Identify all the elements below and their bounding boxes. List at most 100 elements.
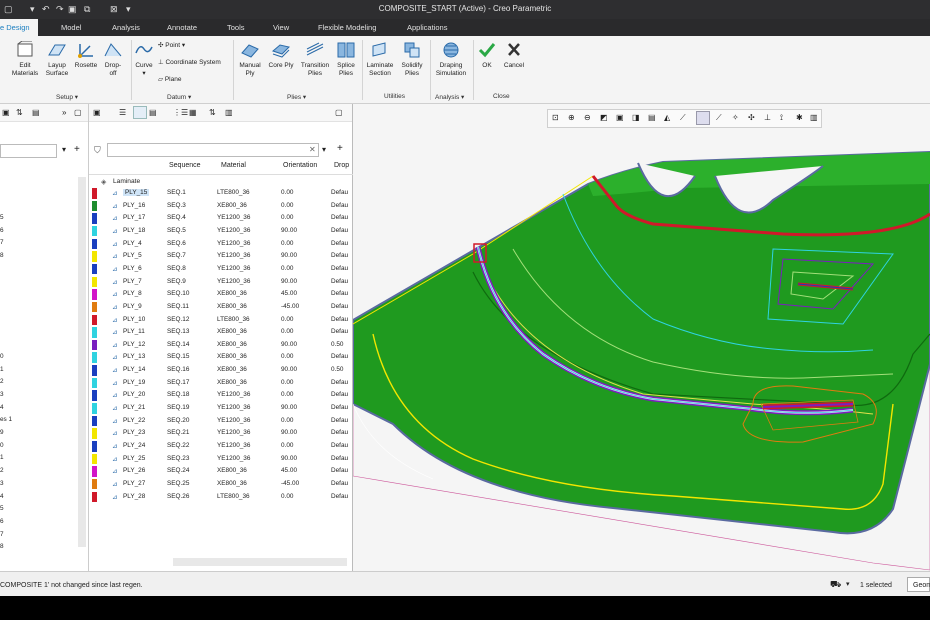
table-row[interactable]: ⊿ PLY_20 SEQ.18 YE1200_36 0.00 Defau bbox=[89, 389, 353, 402]
table-row[interactable]: ⊿ PLY_21 SEQ.19 YE1200_36 90.00 Defau bbox=[89, 402, 353, 415]
table-row[interactable]: ⊿ PLY_19 SEQ.17 XE800_36 0.00 Defau bbox=[89, 377, 353, 390]
tab-model[interactable]: Model bbox=[61, 23, 81, 32]
tab-flexible-modeling[interactable]: Flexible Modeling bbox=[318, 23, 376, 32]
table-row[interactable]: ⊿ PLY_4 SEQ.6 YE1200_36 0.00 Defau bbox=[89, 238, 353, 251]
tree-item[interactable]: es 1 bbox=[0, 416, 12, 423]
manual-ply-button[interactable]: Manual Ply bbox=[236, 41, 264, 78]
table-row[interactable]: ⊿ PLY_15 SEQ.1 LTE800_36 0.00 Defau bbox=[89, 187, 353, 200]
chevron-down-icon[interactable]: ▾ bbox=[322, 145, 326, 154]
tab-composite-design[interactable]: e Design bbox=[0, 19, 38, 36]
table-row[interactable]: ⊿ PLY_8 SEQ.10 XE800_36 45.00 Defau bbox=[89, 288, 353, 301]
tree-view-icon[interactable]: ▣ bbox=[2, 108, 10, 117]
chevron-down-icon[interactable]: ▾ bbox=[62, 145, 66, 154]
transition-plies-button[interactable]: Transition Plies bbox=[297, 41, 333, 78]
tree-item[interactable]: 4 bbox=[0, 404, 4, 411]
tree-item[interactable]: 0 bbox=[0, 353, 4, 360]
layers-icon[interactable]: ☰ bbox=[119, 108, 126, 117]
clear-icon[interactable]: ✕ bbox=[309, 145, 316, 154]
layup-surface-button[interactable]: Layup Surface bbox=[42, 41, 72, 78]
cancel-button[interactable]: Cancel bbox=[501, 41, 527, 70]
tree-item[interactable]: 7 bbox=[0, 239, 4, 246]
core-ply-button[interactable]: Core Ply bbox=[266, 41, 296, 70]
table-row[interactable]: ⊿ PLY_24 SEQ.22 YE1200_36 0.00 Defau bbox=[89, 440, 353, 453]
laminate-section-button[interactable]: Laminate Section bbox=[364, 41, 396, 78]
coordinate-system-button[interactable]: ⊥ Coordinate System bbox=[158, 58, 221, 66]
table-row[interactable]: ⊿ PLY_16 SEQ.3 XE800_36 0.00 Defau bbox=[89, 200, 353, 213]
curve-button[interactable]: Curve ▾ bbox=[132, 41, 156, 78]
chevron-down-icon[interactable]: ▾ bbox=[846, 580, 850, 588]
table-row[interactable]: ⊿ PLY_11 SEQ.13 XE800_36 0.00 Defau bbox=[89, 326, 353, 339]
table-row[interactable]: ⊿ PLY_25 SEQ.23 YE1200_36 90.00 Defau bbox=[89, 453, 353, 466]
expand-panel-icon[interactable]: » bbox=[62, 108, 66, 117]
group-datum[interactable]: Datum ▾ bbox=[167, 93, 191, 101]
table-row[interactable]: ⊿ PLY_10 SEQ.12 LTE800_36 0.00 Defau bbox=[89, 314, 353, 327]
dropoff-button[interactable]: Drop- off bbox=[100, 41, 126, 78]
edit-materials-button[interactable]: Edit Materials bbox=[8, 41, 42, 78]
tree-item[interactable]: 8 bbox=[0, 543, 4, 550]
plane-button[interactable]: ▱ Plane bbox=[158, 75, 181, 83]
column-header-sequence[interactable]: Sequence bbox=[169, 162, 201, 169]
add-icon[interactable]: + bbox=[74, 144, 80, 155]
table-row[interactable]: ⊿ PLY_14 SEQ.16 XE800_36 90.00 0.50 bbox=[89, 364, 353, 377]
tab-analysis[interactable]: Analysis bbox=[112, 23, 140, 32]
laminate-root[interactable]: Laminate bbox=[113, 178, 140, 185]
tree-search-input[interactable] bbox=[0, 144, 57, 158]
table-row[interactable]: ⊿ PLY_13 SEQ.15 XE800_36 0.00 Defau bbox=[89, 351, 353, 364]
tab-tools[interactable]: Tools bbox=[227, 23, 245, 32]
tree-item[interactable]: 5 bbox=[0, 214, 4, 221]
selection-filter-select[interactable]: Geom bbox=[907, 577, 930, 592]
tree-item[interactable]: 2 bbox=[0, 378, 4, 385]
table-row[interactable]: ⊿ PLY_22 SEQ.20 YE1200_36 0.00 Defau bbox=[89, 415, 353, 428]
tree-item[interactable]: 9 bbox=[0, 429, 4, 436]
list-icon[interactable]: ⋮☰ bbox=[173, 108, 188, 117]
columns-icon[interactable]: ▥ bbox=[225, 108, 233, 117]
table-row[interactable]: ⊿ PLY_17 SEQ.4 YE1200_36 0.00 Defau bbox=[89, 212, 353, 225]
graphics-window[interactable]: ⊡ ⊕ ⊖ ◩ ▣ ◨ ▤ ◭ ⟋ ⟋ ✧ ✣ ⊥ ⟟ ✱ ▥ bbox=[353, 104, 930, 571]
tab-applications[interactable]: Applications bbox=[407, 23, 447, 32]
panel-options-icon[interactable]: ▢ bbox=[335, 108, 343, 117]
tree-item[interactable]: 7 bbox=[0, 531, 4, 538]
add-icon[interactable]: + bbox=[337, 143, 343, 154]
table-row[interactable]: ⊿ PLY_6 SEQ.8 YE1200_36 0.00 Defau bbox=[89, 263, 353, 276]
tree-item[interactable]: 0 bbox=[0, 442, 4, 449]
find-icon[interactable]: ⛟ bbox=[830, 579, 841, 591]
tree-scrollbar[interactable] bbox=[78, 177, 86, 547]
tree-filter-icon[interactable]: ⇅ bbox=[16, 108, 23, 117]
tab-view[interactable]: View bbox=[273, 23, 289, 32]
table-row[interactable]: ⊿ PLY_5 SEQ.7 YE1200_36 90.00 Defau bbox=[89, 250, 353, 263]
table-row[interactable]: ⊿ PLY_27 SEQ.25 XE800_36 -45.00 Defau bbox=[89, 478, 353, 491]
solidify-plies-button[interactable]: Solidify Plies bbox=[397, 41, 427, 78]
point-button[interactable]: ✣ Point ▾ bbox=[158, 41, 185, 49]
ok-button[interactable]: OK bbox=[476, 41, 498, 70]
splice-plies-button[interactable]: Splice Plies bbox=[333, 41, 359, 78]
tree-item[interactable]: 3 bbox=[0, 480, 4, 487]
tree-item[interactable]: 6 bbox=[0, 227, 4, 234]
tree-item[interactable]: 5 bbox=[0, 505, 4, 512]
ply-view-icon[interactable] bbox=[133, 106, 147, 119]
tree-item[interactable]: 1 bbox=[0, 454, 4, 461]
sequence-icon[interactable]: ▤ bbox=[149, 108, 157, 117]
rosette-button[interactable]: Rosette bbox=[72, 41, 100, 70]
column-header-material[interactable]: Material bbox=[221, 162, 246, 169]
tree-item[interactable]: 8 bbox=[0, 252, 4, 259]
table-scrollbar[interactable] bbox=[173, 558, 347, 566]
tree-item[interactable]: 2 bbox=[0, 467, 4, 474]
table-icon[interactable]: ▦ bbox=[189, 108, 197, 117]
table-row[interactable]: ⊿ PLY_7 SEQ.9 YE1200_36 90.00 Defau bbox=[89, 276, 353, 289]
group-plies[interactable]: Plies ▾ bbox=[287, 93, 306, 101]
column-header-drop[interactable]: Drop bbox=[334, 162, 349, 169]
tree-item[interactable]: 4 bbox=[0, 493, 4, 500]
table-row[interactable]: ⊿ PLY_12 SEQ.14 XE800_36 90.00 0.50 bbox=[89, 339, 353, 352]
table-row[interactable]: ⊿ PLY_28 SEQ.26 LTE800_36 0.00 Defau bbox=[89, 491, 353, 504]
table-row[interactable]: ⊿ PLY_23 SEQ.21 YE1200_36 90.00 Defau bbox=[89, 427, 353, 440]
tree-settings-icon[interactable]: ▤ bbox=[32, 108, 40, 117]
group-setup[interactable]: Setup ▾ bbox=[56, 93, 78, 101]
table-row[interactable]: ⊿ PLY_26 SEQ.24 XE800_36 45.00 Defau bbox=[89, 465, 353, 478]
tree-columns-icon[interactable]: ▢ bbox=[74, 108, 82, 117]
composite-model[interactable] bbox=[353, 104, 930, 571]
sort-icon[interactable]: ⇅ bbox=[209, 108, 216, 117]
laminate-tree-icon[interactable]: ▣ bbox=[93, 108, 101, 117]
tree-item[interactable]: 1 bbox=[0, 366, 4, 373]
table-row[interactable]: ⊿ PLY_18 SEQ.5 YE1200_36 90.00 Defau bbox=[89, 225, 353, 238]
tab-annotate[interactable]: Annotate bbox=[167, 23, 197, 32]
